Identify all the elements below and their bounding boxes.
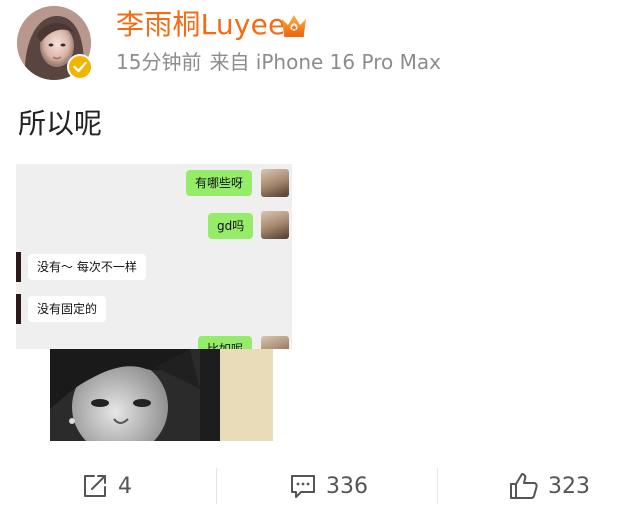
chat-avatar-left <box>16 252 21 282</box>
weibo-post: 李雨桐Luyee 15分钟前 来自 iPhone 16 Pro Max 所以呢 有… <box>0 0 640 518</box>
chat-bubble-left: 没有固定的 <box>28 296 107 322</box>
action-divider <box>437 468 438 504</box>
comment-count: 336 <box>326 473 368 499</box>
comment-icon <box>288 471 318 501</box>
chat-bubble-right: 比如呢 <box>198 336 253 349</box>
comment-button[interactable]: 336 <box>288 464 368 508</box>
chat-avatar <box>261 169 289 197</box>
chat-avatar <box>261 211 289 239</box>
verified-badge-icon <box>67 54 93 80</box>
post-text: 所以呢 <box>18 107 103 140</box>
post-time: 15分钟前 <box>116 50 202 74</box>
chat-screenshot-image[interactable]: 有哪些呀 gd吗 没有～ 每次不一样 没有固定的 比如呢 <box>16 164 292 349</box>
chat-bubble-left: 没有～ 每次不一样 <box>28 254 146 280</box>
post-meta: 15分钟前 来自 iPhone 16 Pro Max <box>116 49 441 75</box>
crown-icon[interactable] <box>279 10 309 40</box>
share-icon <box>80 471 110 501</box>
repost-button[interactable]: 4 <box>80 464 132 508</box>
author-name[interactable]: 李雨桐Luyee <box>116 8 285 42</box>
thumbs-up-icon <box>508 471 540 501</box>
chat-avatar-left <box>16 294 21 324</box>
like-count: 323 <box>548 473 590 499</box>
like-button[interactable]: 323 <box>508 464 590 508</box>
chat-avatar <box>261 336 289 349</box>
action-divider <box>216 468 217 504</box>
portrait-photo[interactable] <box>50 349 273 441</box>
chat-bubble-right: gd吗 <box>208 213 254 239</box>
post-source[interactable]: 来自 iPhone 16 Pro Max <box>209 50 440 74</box>
repost-count: 4 <box>118 473 132 499</box>
post-actions: 4 336 323 <box>0 464 640 508</box>
chat-bubble-right: 有哪些呀 <box>186 170 253 196</box>
